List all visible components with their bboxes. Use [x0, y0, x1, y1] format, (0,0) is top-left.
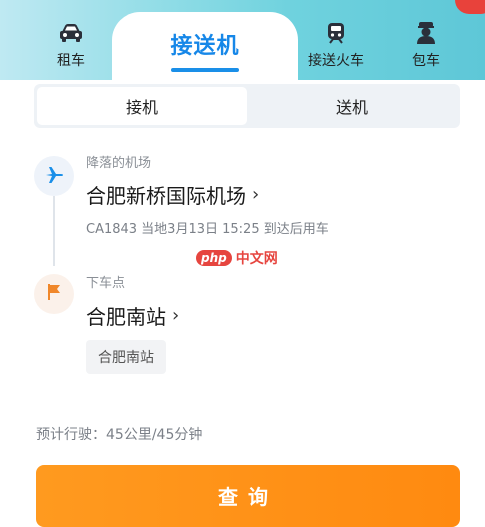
top-tab-bar: 租车 接送机 接送火车 包车	[0, 0, 485, 80]
dropoff-name: 合肥南站	[86, 305, 166, 329]
tab-label-active: 接送机	[170, 34, 240, 59]
chevron-right-icon: ›	[172, 305, 180, 326]
tab-label: 包车	[412, 53, 440, 69]
tab-car-rental[interactable]: 租车	[36, 0, 106, 80]
airplane-icon	[44, 164, 64, 188]
route-connector	[53, 196, 55, 266]
flag-node	[34, 274, 74, 314]
airplane-node	[34, 156, 74, 196]
arrival-airport-caption: 降落的机场	[86, 156, 152, 171]
tab-airport-transfer[interactable]: 接送机	[112, 12, 298, 80]
pickup-dropoff-toggle: 接机 送机	[34, 84, 460, 128]
flight-info[interactable]: CA1843 当地3月13日 15:25 到达后用车	[86, 218, 329, 237]
arrival-airport-name: 合肥新桥国际机场	[86, 184, 246, 208]
watermark: php 中文网	[196, 248, 278, 268]
dropoff-selector[interactable]: 合肥南站 ›	[86, 301, 179, 330]
tab-train-transfer[interactable]: 接送火车	[300, 0, 372, 80]
tab-label: 接送火车	[308, 53, 364, 69]
tab-label: 租车	[57, 53, 85, 69]
train-icon	[325, 22, 347, 44]
active-tab-indicator	[171, 68, 239, 72]
tab-charter[interactable]: 包车	[398, 0, 454, 80]
dropoff-caption: 下车点	[86, 276, 126, 291]
arrival-airport-selector[interactable]: 合肥新桥国际机场 ›	[86, 180, 259, 209]
notification-badge	[455, 0, 485, 14]
watermark-text: 中文网	[235, 251, 278, 267]
watermark-logo: php	[196, 250, 232, 266]
pickup-airport-button[interactable]: 接机	[37, 87, 247, 125]
chevron-right-icon: ›	[252, 184, 260, 205]
trip-estimate: 预计行驶：45公里/45分钟	[36, 427, 203, 443]
driver-icon	[415, 22, 437, 44]
car-icon	[58, 22, 84, 44]
dropoff-suggestion-chip[interactable]: 合肥南站	[86, 340, 166, 374]
flag-icon	[46, 283, 62, 305]
dropoff-airport-button[interactable]: 送机	[247, 87, 457, 125]
